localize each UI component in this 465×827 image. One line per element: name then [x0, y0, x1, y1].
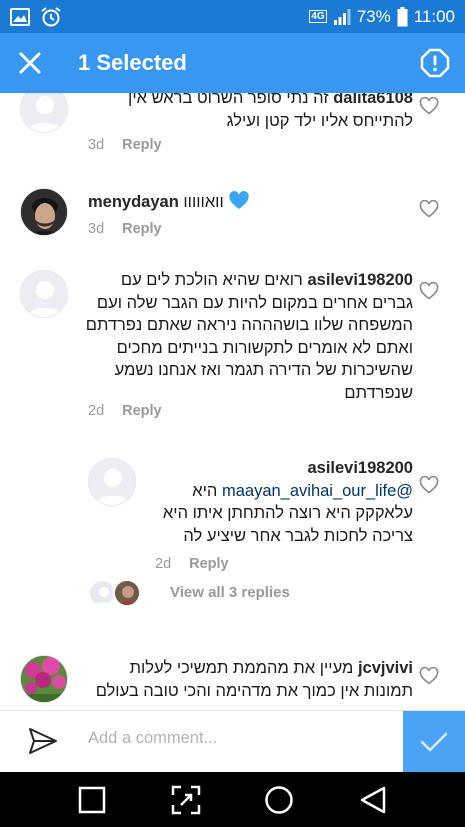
comment-input[interactable]: Add a comment...	[88, 729, 217, 748]
alarm-icon	[40, 6, 62, 28]
reply-button[interactable]: Reply	[122, 221, 162, 237]
comment-item: menydayan וואווווו 3d Reply	[0, 188, 465, 248]
checkmark-icon	[420, 732, 448, 752]
comment-text: וואווווו	[183, 193, 224, 211]
reply-button[interactable]: Reply	[122, 403, 162, 419]
status-bar: 4G 73% 11:00	[0, 0, 465, 33]
like-heart-icon[interactable]	[419, 200, 439, 218]
like-heart-icon[interactable]	[419, 97, 439, 115]
comment-time: 3d	[88, 137, 105, 153]
comment-username[interactable]: asilevi198200	[307, 459, 413, 477]
avatar[interactable]	[88, 458, 136, 506]
battery-icon	[397, 6, 408, 27]
mini-avatar	[88, 579, 116, 607]
clock: 11:00	[413, 6, 455, 26]
comment-username[interactable]: asilevi198200	[307, 271, 413, 289]
report-icon	[420, 48, 450, 78]
report-button[interactable]	[405, 33, 465, 93]
comment-time: 2d	[155, 556, 172, 572]
comment-meta: 3d Reply	[88, 221, 162, 237]
avatar[interactable]	[20, 188, 68, 236]
system-navigation-bar	[0, 772, 465, 827]
comment-time: 2d	[88, 403, 105, 419]
reply-button[interactable]: Reply	[122, 137, 162, 153]
reply-item: asilevi198200 @maayan_avihai_our_life הי…	[0, 458, 465, 578]
battery-percent: 73%	[356, 6, 391, 26]
home-button[interactable]	[259, 780, 299, 820]
like-heart-icon[interactable]	[419, 667, 439, 685]
comment-item: asilevi198200 רואים שהיא הולכת לים עם גב…	[0, 270, 465, 430]
comment-meta: 2d Reply	[88, 403, 162, 419]
comment-text: רואים שהיא הולכת לים עם גברים אחרים במקו…	[85, 271, 413, 402]
view-all-replies-label[interactable]: View all 3 replies	[170, 584, 290, 601]
comment-username[interactable]: jcvjvivi	[358, 659, 413, 677]
comment-meta: 3d Reply	[88, 137, 162, 153]
like-heart-icon[interactable]	[419, 282, 439, 300]
like-heart-icon[interactable]	[419, 476, 439, 494]
close-icon	[19, 52, 41, 74]
comment-body: jcvjvivi מעיין את מהממת תמשיכי לעלות תמו…	[83, 657, 413, 702]
comment-item: dalita6108 זה נתי סופר השרוט בראש אין לה…	[0, 93, 465, 165]
comment-body: asilevi198200 רואים שהיא הולכת לים עם גב…	[83, 269, 413, 404]
blue-heart-icon	[229, 191, 249, 209]
image-icon	[10, 7, 30, 26]
direct-send-button[interactable]	[28, 727, 58, 760]
close-button[interactable]	[0, 33, 60, 93]
comment-mention[interactable]: @maayan_avihai_our_life	[222, 482, 413, 500]
network-label: 4G	[309, 10, 327, 23]
avatar[interactable]	[20, 655, 68, 703]
comment-composer: Add a comment...	[0, 710, 465, 773]
send-icon	[29, 728, 57, 754]
mini-avatar	[113, 579, 141, 607]
screenshot-expand-icon	[171, 785, 200, 814]
screenshot-button[interactable]	[166, 780, 206, 820]
back-button[interactable]	[353, 780, 393, 820]
comment-body: asilevi198200 @maayan_avihai_our_life הי…	[158, 457, 413, 547]
back-triangle-icon	[360, 786, 386, 813]
recents-button[interactable]	[72, 780, 112, 820]
comment-list: dalita6108 זה נתי סופר השרוט בראש אין לה…	[0, 93, 465, 710]
signal-icon	[333, 8, 351, 26]
comment-item: jcvjvivi מעיין את מהממת תמשיכי לעלות תמו…	[0, 655, 465, 710]
recents-square-icon	[78, 786, 106, 813]
comment-time: 3d	[88, 221, 105, 237]
page-title: 1 Selected	[78, 50, 187, 75]
reply-button[interactable]: Reply	[189, 556, 229, 572]
comment-username[interactable]: dalita6108	[333, 93, 413, 107]
comment-body: dalita6108 זה נתי סופר השרוט בראש אין לה…	[83, 93, 413, 132]
comment-username[interactable]: menydayan	[88, 193, 179, 211]
selection-action-bar: 1 Selected	[0, 33, 465, 93]
comment-body: menydayan וואווווו	[88, 191, 418, 214]
avatar[interactable]	[20, 270, 68, 318]
home-circle-icon	[265, 785, 294, 814]
avatar[interactable]	[20, 93, 68, 133]
comment-meta: 2d Reply	[155, 556, 229, 572]
post-comment-button[interactable]	[403, 711, 465, 773]
